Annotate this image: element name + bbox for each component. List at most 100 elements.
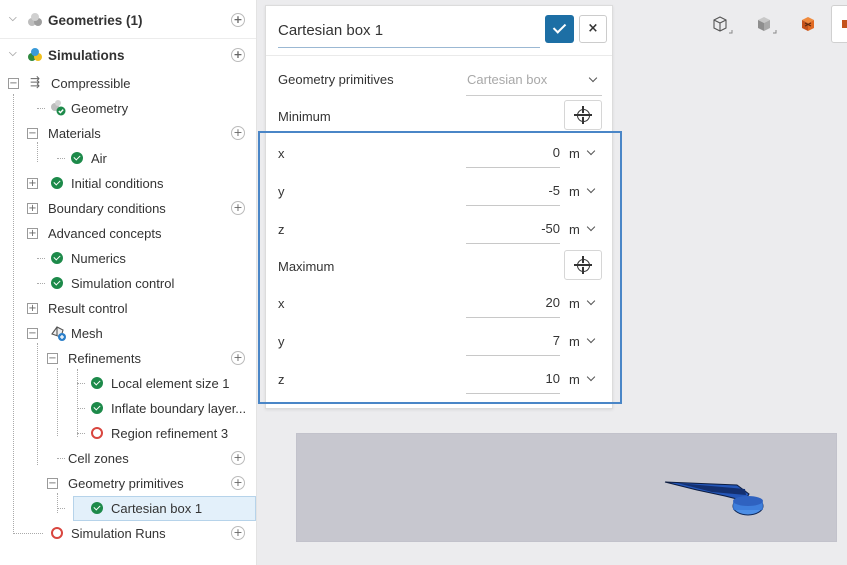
tree-connector bbox=[37, 258, 45, 259]
tree-item-initial-conditions[interactable]: + Initial conditions bbox=[0, 171, 256, 196]
tree-section-geometries[interactable]: ⌵ Geometries (1) + bbox=[0, 8, 256, 33]
tree-label: Initial conditions bbox=[71, 176, 164, 191]
tree-item-compressible[interactable]: − ⇶ Compressible bbox=[0, 71, 256, 96]
tree-label-geometries: Geometries (1) bbox=[48, 13, 143, 28]
check-circle-icon bbox=[51, 177, 63, 189]
tree-item-geometry[interactable]: Geometry bbox=[0, 96, 256, 121]
tree-label-simulations: Simulations bbox=[48, 48, 125, 63]
tree-label: Cartesian box 1 bbox=[111, 501, 203, 516]
check-circle-icon bbox=[91, 502, 103, 514]
tree-label: Cell zones bbox=[68, 451, 129, 466]
tree-label: Result control bbox=[48, 301, 128, 316]
geometry-primitives-label: Geometry primitives bbox=[278, 72, 394, 87]
add-simulation-icon[interactable]: + bbox=[231, 48, 245, 62]
close-button[interactable]: × bbox=[579, 15, 607, 43]
solid-cube-icon bbox=[758, 17, 777, 34]
tree-label: Simulation control bbox=[71, 276, 175, 291]
orange-cube-icon bbox=[802, 17, 814, 31]
close-icon: × bbox=[587, 21, 599, 36]
collapse-icon[interactable]: − bbox=[27, 128, 38, 139]
tree-label: Advanced concepts bbox=[48, 226, 162, 241]
tree-connector bbox=[57, 158, 65, 159]
collapse-icon[interactable]: − bbox=[47, 478, 58, 489]
select-underline bbox=[466, 95, 602, 96]
title-field[interactable]: Cartesian box 1 bbox=[278, 16, 540, 48]
collapse-icon[interactable]: − bbox=[47, 353, 58, 364]
pick-minimum-button[interactable] bbox=[564, 100, 602, 130]
tree-label: Numerics bbox=[71, 251, 126, 266]
wireframe-cube-icon bbox=[713, 16, 733, 34]
add-refinement-icon[interactable]: + bbox=[231, 351, 245, 365]
tree-item-simulation-runs[interactable]: Simulation Runs + bbox=[0, 521, 256, 546]
check-circle-icon bbox=[51, 252, 63, 264]
tree-connector bbox=[77, 433, 85, 434]
check-circle-icon bbox=[91, 402, 103, 414]
confirm-button[interactable] bbox=[545, 15, 574, 43]
geometries-icon bbox=[28, 13, 42, 26]
collapse-icon[interactable]: − bbox=[27, 328, 38, 339]
wireframe-view-button[interactable] bbox=[704, 9, 736, 41]
app-root: ⌵ Geometries (1) + ⌵ Simulations + − ⇶ C… bbox=[0, 0, 847, 565]
tree-item-local-element-size[interactable]: Local element size 1 bbox=[0, 369, 256, 437]
tree-connector bbox=[77, 408, 85, 409]
tree-label: Air bbox=[91, 151, 107, 166]
tree-label: Region refinement 3 bbox=[111, 426, 229, 441]
chevron-down-icon[interactable]: ⌵ bbox=[9, 48, 17, 59]
expand-icon[interactable]: + bbox=[27, 228, 38, 239]
3d-viewport[interactable] bbox=[296, 433, 837, 542]
check-circle-icon bbox=[71, 152, 83, 164]
surface-view-button[interactable] bbox=[792, 9, 824, 41]
tree-item-region-refinement[interactable]: Region refinement 3 bbox=[0, 421, 256, 446]
tree-item-mesh[interactable]: − Mesh bbox=[0, 321, 256, 346]
add-material-icon[interactable]: + bbox=[231, 126, 245, 140]
add-simulation-run-icon[interactable]: + bbox=[231, 526, 245, 540]
crosshair-icon bbox=[574, 106, 592, 124]
tree-connector bbox=[13, 533, 43, 534]
tree-label: Compressible bbox=[51, 76, 131, 91]
error-ring-icon bbox=[51, 527, 63, 539]
tree-label: Refinements bbox=[68, 351, 141, 366]
chevron-down-icon[interactable]: ⌵ bbox=[9, 13, 17, 24]
tree-label: Mesh bbox=[71, 326, 103, 341]
tree-item-boundary-conditions[interactable]: + Boundary conditions + bbox=[0, 196, 256, 221]
tree-label: Inflate boundary layer... bbox=[111, 401, 247, 416]
tree-divider bbox=[0, 38, 256, 39]
add-cell-zone-icon[interactable]: + bbox=[231, 451, 245, 465]
mesh-icon bbox=[51, 326, 66, 341]
check-circle-icon bbox=[91, 377, 103, 389]
tree-item-geometry-primitives[interactable]: − Geometry primitives + bbox=[0, 471, 256, 496]
tree-item-simulation-control[interactable]: Simulation control bbox=[0, 271, 256, 296]
tree-item-inflate-boundary-layer[interactable]: Inflate boundary layer... bbox=[0, 396, 256, 421]
minimum-label: Minimum bbox=[278, 109, 331, 124]
select-value: Cartesian box bbox=[467, 72, 548, 87]
flow-arrows-icon: ⇶ bbox=[30, 75, 41, 89]
view-mode-button[interactable] bbox=[831, 5, 847, 43]
tree-label: Simulation Runs bbox=[71, 526, 166, 541]
solid-view-button[interactable] bbox=[748, 9, 780, 41]
expand-icon[interactable]: + bbox=[27, 178, 38, 189]
tree-item-refinements[interactable]: − Refinements + bbox=[0, 346, 256, 371]
expand-icon[interactable]: + bbox=[27, 203, 38, 214]
tree-item-cell-zones[interactable]: Cell zones + bbox=[0, 446, 256, 471]
tree-item-advanced-concepts[interactable]: + Advanced concepts bbox=[0, 221, 256, 246]
tree-connector bbox=[77, 383, 85, 384]
simulations-icon bbox=[28, 48, 42, 61]
dialog-title[interactable]: Cartesian box 1 bbox=[278, 22, 383, 39]
add-boundary-condition-icon[interactable]: + bbox=[231, 201, 245, 215]
tree-item-cartesian-box[interactable]: Cartesian box 1 bbox=[0, 496, 256, 521]
add-geometry-icon[interactable]: + bbox=[231, 13, 245, 27]
tree-connector bbox=[57, 508, 65, 509]
tree-label: Geometry bbox=[71, 101, 129, 116]
add-geometry-primitive-icon[interactable]: + bbox=[231, 476, 245, 490]
tree-connector bbox=[57, 458, 65, 459]
tree-section-simulations[interactable]: ⌵ Simulations + bbox=[0, 43, 256, 68]
tree-item-numerics[interactable]: Numerics bbox=[0, 246, 256, 271]
collapse-icon[interactable]: − bbox=[8, 78, 19, 89]
tree-item-air[interactable]: Air bbox=[0, 146, 256, 171]
expand-icon[interactable]: + bbox=[27, 303, 38, 314]
tree-item-materials[interactable]: − Materials + bbox=[0, 121, 256, 146]
partial-icon bbox=[842, 20, 847, 28]
tree-label: Geometry primitives bbox=[68, 476, 184, 491]
tree-item-result-control[interactable]: + Result control bbox=[0, 296, 256, 321]
error-ring-icon bbox=[91, 427, 103, 439]
